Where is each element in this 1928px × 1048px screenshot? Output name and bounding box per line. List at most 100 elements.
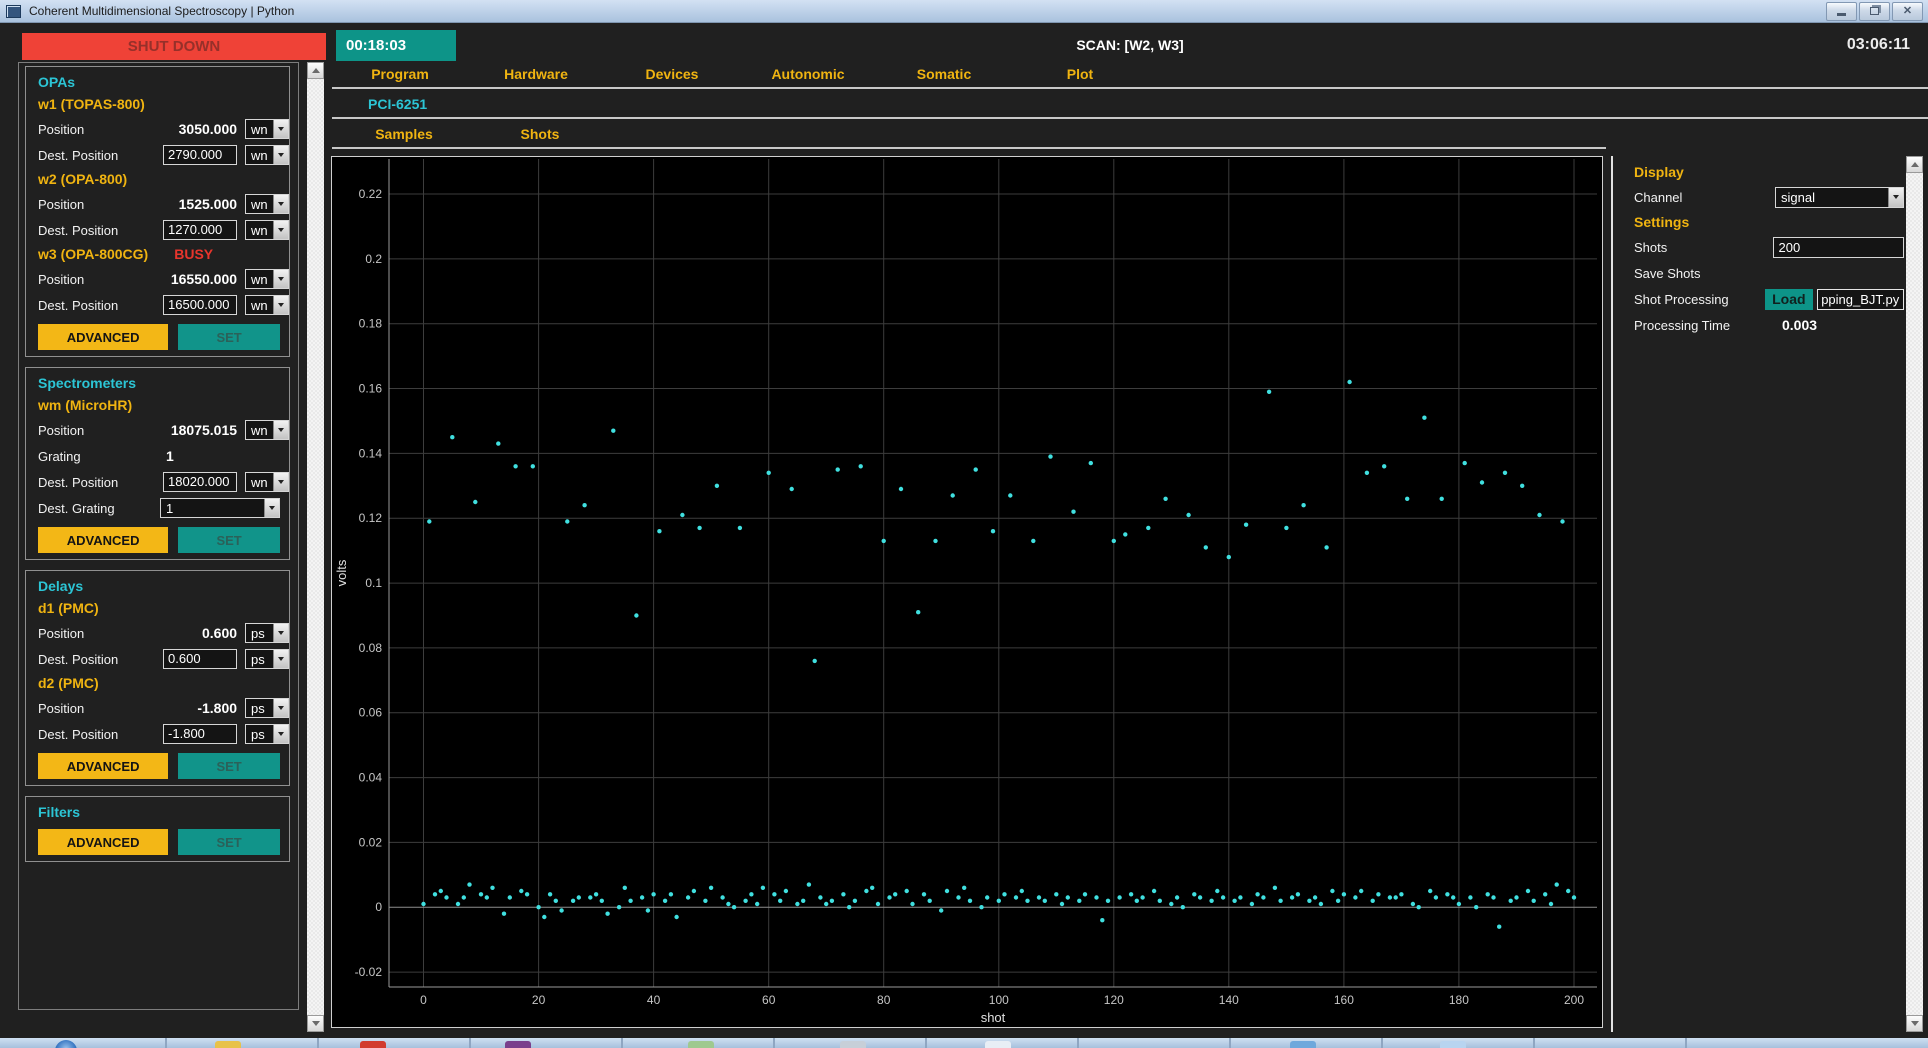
device-header: wm (MicroHR)	[26, 394, 289, 417]
unit-select[interactable]: ps	[245, 698, 289, 718]
advanced-button[interactable]: ADVANCED	[38, 324, 169, 350]
device-name: w3 (OPA-800CG)	[38, 246, 149, 262]
position-value: 3050.000	[178, 121, 238, 137]
unit-select[interactable]: wn	[245, 420, 289, 440]
dropdown-arrow-icon[interactable]	[273, 146, 288, 164]
unit-value: wn	[251, 222, 268, 238]
red-app-icon[interactable]	[360, 1041, 386, 1048]
unit-select[interactable]: ps	[245, 724, 289, 744]
dropdown-arrow-icon[interactable]	[273, 195, 288, 213]
white-app-icon[interactable]	[985, 1041, 1011, 1048]
tab-plot[interactable]: Plot	[1012, 66, 1148, 86]
unit-select[interactable]: wn	[245, 119, 289, 139]
load-button[interactable]: Load	[1764, 288, 1814, 310]
doc-app-icon[interactable]	[1440, 1041, 1466, 1048]
sidebar-scrollbar[interactable]	[307, 62, 324, 1032]
tab-somatic[interactable]: Somatic	[876, 66, 1012, 86]
unit-select[interactable]: wn	[245, 295, 289, 315]
dropdown-arrow-icon[interactable]	[273, 699, 288, 717]
minimize-button[interactable]	[1826, 1, 1857, 21]
unit-value: ps	[251, 726, 265, 742]
tab-underline	[332, 117, 1928, 119]
dropdown-arrow-icon[interactable]	[273, 421, 288, 439]
advanced-button[interactable]: ADVANCED	[38, 829, 169, 855]
property-label: Position	[38, 625, 85, 641]
dest-position-input[interactable]: -1.800	[163, 724, 238, 744]
restore-button[interactable]	[1859, 1, 1890, 21]
unit-select[interactable]: wn	[245, 472, 289, 492]
tab-samples[interactable]: Samples	[336, 126, 472, 146]
restore-icon	[1870, 7, 1879, 15]
dropdown-arrow-icon[interactable]	[273, 270, 288, 288]
dropdown-arrow-icon[interactable]	[273, 221, 288, 239]
tab-hardware[interactable]: Hardware	[468, 66, 604, 86]
property-label: Dest. Position	[38, 222, 119, 238]
scroll-down-button[interactable]	[1906, 1015, 1923, 1032]
dropdown-arrow-icon[interactable]	[273, 624, 288, 642]
unit-select[interactable]: wn	[245, 220, 289, 240]
dropdown-arrow-icon[interactable]	[273, 650, 288, 668]
blue-window-icon[interactable]	[1290, 1041, 1316, 1048]
scan-status: SCAN: [W2, W3]	[1076, 37, 1184, 53]
close-button[interactable]: ✕	[1892, 1, 1923, 21]
green-app-icon[interactable]	[688, 1041, 714, 1048]
folder-icon[interactable]	[215, 1041, 241, 1048]
shots-input[interactable]: 200	[1772, 236, 1904, 258]
processing-time-label: Processing Time	[1634, 317, 1731, 333]
dest-grating-select[interactable]: 1	[160, 498, 280, 518]
svg-text:0.1: 0.1	[365, 576, 382, 590]
scroll-down-button[interactable]	[307, 1015, 324, 1032]
gray-app-icon[interactable]	[840, 1041, 866, 1048]
right-panel-scrollbar[interactable]	[1906, 156, 1923, 1032]
dest-position-input[interactable]: 2790.000	[163, 145, 238, 165]
section-delays: Delays d1 (PMC) Position 0.600 ps Dest. Posit…	[25, 570, 290, 786]
purple-app-icon[interactable]	[505, 1041, 531, 1048]
dropdown-arrow-icon[interactable]	[273, 473, 288, 491]
unit-value: ps	[251, 625, 265, 641]
set-button[interactable]: SET	[178, 527, 280, 553]
unit-select[interactable]: wn	[245, 194, 289, 214]
unit-select[interactable]: wn	[245, 269, 289, 289]
dest-position-input[interactable]: 0.600	[163, 649, 238, 669]
advanced-button[interactable]: ADVANCED	[38, 753, 169, 779]
windows-taskbar[interactable]	[0, 1038, 1928, 1048]
unit-select[interactable]: ps	[245, 649, 289, 669]
scroll-up-button[interactable]	[1906, 156, 1923, 173]
property-label: Dest. Position	[38, 147, 119, 163]
dropdown-arrow-icon[interactable]	[273, 725, 288, 743]
shots-plot-area[interactable]: 0 20 40 60 80 100 120 140 160 180 200 -0.02 0 0.02 0.0…	[331, 156, 1603, 1028]
section-header: Spectrometers	[38, 375, 137, 391]
unit-select[interactable]: ps	[245, 623, 289, 643]
scroll-up-button[interactable]	[307, 62, 324, 79]
property-label: Dest. Grating	[38, 500, 115, 516]
dropdown-arrow-icon[interactable]	[273, 120, 288, 138]
dropdown-arrow-icon[interactable]	[1888, 187, 1903, 207]
device-status-busy: BUSY	[174, 246, 214, 262]
set-button[interactable]: SET	[178, 753, 280, 779]
dropdown-arrow-icon[interactable]	[264, 499, 279, 517]
tab-pci-6251[interactable]: PCI-6251	[368, 96, 427, 112]
advanced-button[interactable]: ADVANCED	[38, 527, 169, 553]
property-row: Position 1525.000 wn	[26, 191, 289, 217]
shutdown-button[interactable]: SHUT DOWN	[22, 33, 326, 60]
set-button[interactable]: SET	[178, 324, 280, 350]
channel-select[interactable]: signal	[1775, 186, 1904, 208]
tab-devices[interactable]: Devices	[604, 66, 740, 86]
tab-shots[interactable]: Shots	[472, 126, 608, 146]
svg-text:0.2: 0.2	[365, 252, 382, 266]
property-label: Position	[38, 196, 85, 212]
shot-processing-file-input[interactable]: pping_BJT.py	[1817, 288, 1904, 310]
tab-program[interactable]: Program	[332, 66, 468, 86]
position-value: 18075.015	[170, 422, 238, 438]
unit-select[interactable]: wn	[245, 145, 289, 165]
dest-position-input[interactable]: 18020.000	[163, 472, 238, 492]
arrow-down-icon	[1910, 1021, 1919, 1026]
set-button[interactable]: SET	[178, 829, 280, 855]
dropdown-arrow-icon[interactable]	[273, 296, 288, 314]
tab-autonomic[interactable]: Autonomic	[740, 66, 876, 86]
dest-position-input[interactable]: 1270.000	[163, 220, 238, 240]
channel-label: Channel	[1634, 189, 1683, 205]
start-orb[interactable]	[55, 1040, 77, 1048]
dest-position-input[interactable]: 16500.000	[163, 295, 238, 315]
taskbar-separator	[165, 1038, 167, 1048]
